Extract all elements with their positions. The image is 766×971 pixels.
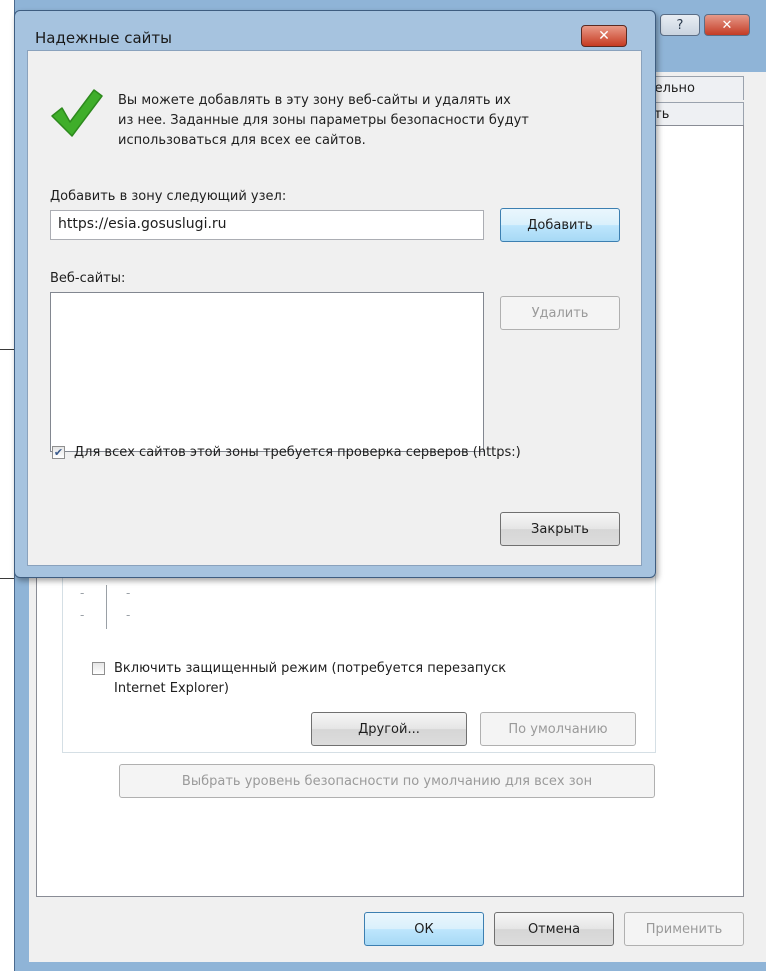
info-text-line: из нее. Заданные для зоны параметры безо… — [118, 113, 529, 128]
default-level-button[interactable]: По умолчанию — [480, 712, 636, 746]
websites-label: Веб-сайты: — [50, 271, 126, 286]
checkmark-icon — [51, 89, 103, 137]
dialog-title: Надежные сайты — [35, 29, 172, 47]
other-button[interactable]: Другой... — [311, 712, 467, 746]
cancel-button[interactable]: Отмена — [494, 912, 614, 946]
parent-close-button[interactable]: ✕ — [704, 14, 750, 36]
add-site-input[interactable]: https://esia.gosuslugi.ru — [50, 210, 484, 240]
info-text-line: Вы можете добавлять в эту зону веб-сайты… — [118, 93, 511, 108]
help-button[interactable]: ? — [660, 14, 700, 36]
add-button[interactable]: Добавить — [500, 208, 620, 242]
dialog-close-button[interactable]: ✕ — [581, 25, 627, 47]
ok-button[interactable]: ОК — [364, 912, 484, 946]
slider-tick: - — [126, 608, 131, 622]
close-button[interactable]: Закрыть — [500, 512, 620, 546]
protected-mode-label-cont: Internet Explorer) — [114, 681, 229, 696]
slider-tick: - — [126, 586, 131, 600]
info-text-line: использоваться для всех ее сайтов. — [118, 133, 366, 148]
slider-tick: - — [80, 608, 85, 622]
require-https-checkbox[interactable]: ✔ — [52, 446, 65, 459]
require-https-label: Для всех сайтов этой зоны требуется пров… — [74, 445, 521, 460]
security-level-slider[interactable] — [106, 585, 107, 629]
protected-mode-label: Включить защищенный режим (потребуется п… — [114, 661, 507, 676]
websites-list[interactable] — [50, 292, 484, 452]
reset-all-zones-button[interactable]: Выбрать уровень безопасности по умолчани… — [119, 764, 655, 798]
remove-button[interactable]: Удалить — [500, 296, 620, 330]
add-site-label: Добавить в зону следующий узел: — [50, 189, 287, 204]
apply-button[interactable]: Применить — [624, 912, 744, 946]
slider-tick: - — [80, 586, 85, 600]
protected-mode-checkbox[interactable] — [92, 662, 105, 675]
